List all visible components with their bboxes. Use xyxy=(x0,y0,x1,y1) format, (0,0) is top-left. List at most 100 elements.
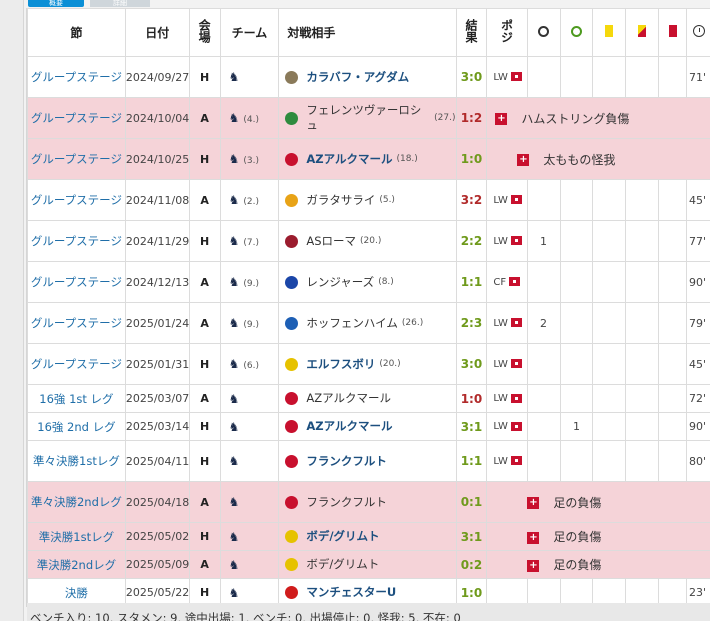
opponent-name[interactable]: ASローマ xyxy=(306,234,356,249)
header-minutes[interactable] xyxy=(686,8,710,57)
round-link[interactable]: グループステージ xyxy=(27,179,126,221)
opponent-name[interactable]: ボデ/グリムト xyxy=(306,557,379,572)
result-score[interactable]: 3:0 xyxy=(455,56,488,98)
result-score[interactable]: 1:2 xyxy=(455,97,488,139)
score-value[interactable]: 1:0 xyxy=(461,152,483,166)
score-value[interactable]: 3:0 xyxy=(461,70,483,84)
header-opponent[interactable]: 対戦相手 xyxy=(278,8,457,57)
table-row[interactable]: 準決勝1stレグ 2025/05/02 H ♞ ボデ/グリムト 3:1 + 足の負傷 xyxy=(27,522,710,551)
result-score[interactable]: 1:1 xyxy=(455,440,488,482)
header-assists[interactable] xyxy=(559,8,594,57)
score-value[interactable]: 2:2 xyxy=(461,234,483,248)
header-red[interactable] xyxy=(658,8,688,57)
header-yellow[interactable] xyxy=(592,8,627,57)
round-link[interactable]: グループステージ xyxy=(27,56,126,98)
header-position[interactable]: ポジ xyxy=(486,8,528,57)
result-score[interactable]: 0:1 xyxy=(455,481,488,523)
table-row[interactable]: グループステージ 2025/01/24 A ♞ (9.) ホッフェンハイム (26.) 2:3… xyxy=(27,302,710,344)
result-score[interactable]: 3:1 xyxy=(455,412,488,441)
table-row[interactable]: グループステージ 2024/11/29 H ♞ (7.) ASローマ (20.) 2:2 LW 1… xyxy=(27,220,710,262)
table-row[interactable]: グループステージ 2025/01/31 H ♞ (6.) エルフスボリ (20.) 3:0 LW… xyxy=(27,343,710,385)
score-value[interactable]: 1:0 xyxy=(461,392,483,406)
round-link[interactable]: 準々決勝1stレグ xyxy=(27,440,126,482)
table-row[interactable]: 16強 1st レグ 2025/03/07 A ♞ AZアルクマール 1:0 LW 72' xyxy=(27,384,710,413)
round-link[interactable]: グループステージ xyxy=(27,302,126,344)
header-team[interactable]: チーム xyxy=(219,8,280,57)
table-row[interactable]: グループステージ 2024/12/13 A ♞ (9.) レンジャーズ (8.) 1:1 CF 9… xyxy=(27,261,710,303)
opponent-cell[interactable]: フランクフルト xyxy=(278,440,457,482)
score-value[interactable]: 1:1 xyxy=(461,275,483,289)
score-value[interactable]: 3:1 xyxy=(461,420,483,434)
header-date[interactable]: 日付 xyxy=(124,8,190,57)
result-score[interactable]: 0:2 xyxy=(455,550,488,579)
header-result[interactable]: 結果 xyxy=(455,8,488,57)
opponent-name[interactable]: AZアルクマール xyxy=(306,152,392,167)
opponent-name[interactable]: カラバフ・アグダム xyxy=(306,70,409,85)
table-row[interactable]: 準決勝2ndレグ 2025/05/09 A ♞ ボデ/グリムト 0:2 + 足の負傷 xyxy=(27,550,710,579)
opponent-cell[interactable]: ボデ/グリムト xyxy=(278,522,457,551)
opponent-cell[interactable]: AZアルクマール xyxy=(278,412,457,441)
score-value[interactable]: 1:2 xyxy=(461,111,483,125)
opponent-cell[interactable]: AZアルクマール xyxy=(278,384,457,413)
header-round[interactable]: 節 xyxy=(27,8,126,57)
round-link[interactable]: グループステージ xyxy=(27,343,126,385)
opponent-name[interactable]: マンチェスターU xyxy=(306,585,396,600)
score-value[interactable]: 3:1 xyxy=(461,530,483,544)
score-value[interactable]: 0:1 xyxy=(461,495,483,509)
result-score[interactable]: 1:1 xyxy=(455,261,488,303)
result-score[interactable]: 1:0 xyxy=(455,138,488,180)
table-row[interactable]: 16強 2nd レグ 2025/03/14 H ♞ AZアルクマール 3:1 LW 1 90' xyxy=(27,412,710,441)
opponent-cell[interactable]: エルフスボリ (20.) xyxy=(278,343,457,385)
round-link[interactable]: 準々決勝2ndレグ xyxy=(27,481,126,523)
table-row[interactable]: グループステージ 2024/09/27 H ♞ カラバフ・アグダム 3:0 LW 71' xyxy=(27,56,710,98)
header-goals[interactable] xyxy=(526,8,561,57)
table-row[interactable]: グループステージ 2024/10/25 H ♞ (3.) AZアルクマール (18.) 1:0… xyxy=(27,138,710,180)
opponent-name[interactable]: AZアルクマール xyxy=(306,419,392,434)
tab-summary[interactable]: 概要 xyxy=(28,0,84,7)
opponent-cell[interactable]: フェレンツヴァーロシュ (27.) xyxy=(278,97,457,139)
header-venue[interactable]: 会場 xyxy=(188,8,221,57)
score-value[interactable]: 1:1 xyxy=(461,454,483,468)
opponent-cell[interactable]: フランクフルト xyxy=(278,481,457,523)
result-score[interactable]: 3:2 xyxy=(455,179,488,221)
table-row[interactable]: グループステージ 2024/11/08 A ♞ (2.) ガラタサライ (5.) 3:2 LW 4… xyxy=(27,179,710,221)
table-row[interactable]: 準々決勝2ndレグ 2025/04/18 A ♞ フランクフルト 0:1 + 足の負傷 xyxy=(27,481,710,523)
round-link[interactable]: 16強 1st レグ xyxy=(27,384,126,413)
round-link[interactable]: グループステージ xyxy=(27,97,126,139)
opponent-name[interactable]: レンジャーズ xyxy=(306,275,374,290)
opponent-cell[interactable]: ボデ/グリムト xyxy=(278,550,457,579)
table-row[interactable]: グループステージ 2024/10/04 A ♞ (4.) フェレンツヴァーロシュ (27.)… xyxy=(27,97,710,139)
round-link[interactable]: グループステージ xyxy=(27,261,126,303)
round-link[interactable]: 16強 2nd レグ xyxy=(27,412,126,441)
round-link[interactable]: 準決勝2ndレグ xyxy=(27,550,126,579)
opponent-cell[interactable]: AZアルクマール (18.) xyxy=(278,138,457,180)
result-score[interactable]: 3:1 xyxy=(455,522,488,551)
opponent-cell[interactable]: ガラタサライ (5.) xyxy=(278,179,457,221)
opponent-cell[interactable]: レンジャーズ (8.) xyxy=(278,261,457,303)
opponent-name[interactable]: ボデ/グリムト xyxy=(306,529,379,544)
score-value[interactable]: 3:2 xyxy=(461,193,483,207)
opponent-name[interactable]: フランクフルト xyxy=(306,454,387,469)
tab-details[interactable]: 詳細 xyxy=(90,0,150,7)
score-value[interactable]: 3:0 xyxy=(461,357,483,371)
result-score[interactable]: 1:0 xyxy=(455,384,488,413)
opponent-name[interactable]: ホッフェンハイム xyxy=(306,316,398,331)
table-row[interactable]: 準々決勝1stレグ 2025/04/11 H ♞ フランクフルト 1:1 LW 80' xyxy=(27,440,710,482)
header-second-yellow[interactable] xyxy=(625,8,660,57)
round-link[interactable]: グループステージ xyxy=(27,220,126,262)
opponent-name[interactable]: ガラタサライ xyxy=(306,193,375,208)
opponent-name[interactable]: フランクフルト xyxy=(306,495,387,510)
opponent-name[interactable]: フェレンツヴァーロシュ xyxy=(306,103,430,133)
result-score[interactable]: 3:0 xyxy=(455,343,488,385)
score-value[interactable]: 2:3 xyxy=(461,316,483,330)
opponent-cell[interactable]: カラバフ・アグダム xyxy=(278,56,457,98)
result-score[interactable]: 2:2 xyxy=(455,220,488,262)
result-score[interactable]: 2:3 xyxy=(455,302,488,344)
opponent-name[interactable]: エルフスボリ xyxy=(306,357,375,372)
round-link[interactable]: グループステージ xyxy=(27,138,126,180)
score-value[interactable]: 0:2 xyxy=(461,558,483,572)
round-link[interactable]: 準決勝1stレグ xyxy=(27,522,126,551)
opponent-cell[interactable]: ホッフェンハイム (26.) xyxy=(278,302,457,344)
opponent-cell[interactable]: ASローマ (20.) xyxy=(278,220,457,262)
opponent-name[interactable]: AZアルクマール xyxy=(306,391,391,406)
